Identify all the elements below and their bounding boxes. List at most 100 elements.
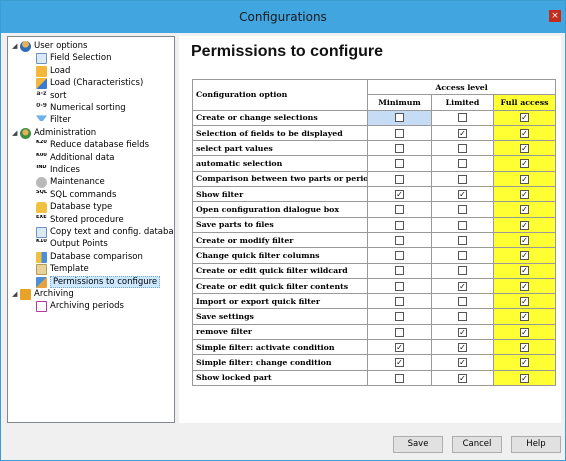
checkbox-limited[interactable] <box>458 251 467 261</box>
close-button[interactable]: × <box>549 10 561 22</box>
checkbox-minimum[interactable] <box>395 128 404 138</box>
tree-item-output-points[interactable]: K1000 K2100Output Points <box>28 238 108 251</box>
checkbox-full-access[interactable]: ✓ <box>520 327 530 337</box>
cell-limited: ✓ <box>431 124 494 142</box>
checkbox-minimum[interactable] <box>395 373 404 383</box>
checkbox-minimum[interactable] <box>395 159 404 169</box>
tree-item-reduce-database-fields[interactable]: K2011 K2111Reduce database fields <box>28 139 149 152</box>
option-label: Simple filter: activate condition <box>192 339 368 356</box>
checkbox-minimum[interactable] <box>395 220 404 230</box>
cell-minimum <box>367 109 432 126</box>
expand-arrow-icon[interactable]: ◢ <box>12 127 20 140</box>
checkbox-limited[interactable]: ✓ <box>458 358 467 368</box>
checkbox-minimum[interactable]: ✓ <box>395 342 404 352</box>
checkbox-minimum[interactable] <box>395 266 404 276</box>
tree-item-sql-commands[interactable]: SQL SQL commands <box>28 189 116 202</box>
checkbox-full-access[interactable]: ✓ <box>520 312 530 322</box>
tree-item-label: Stored procedure <box>50 214 124 225</box>
option-label: Create or modify filter <box>192 231 368 249</box>
tree-item-sort[interactable]: a-z sort <box>28 90 66 103</box>
title-bar[interactable]: Configurations × <box>1 1 565 33</box>
tree-item-copy-text-and-config-database[interactable]: Copy text and config. database <box>28 226 174 239</box>
tree-item-numerical-sorting[interactable]: 0-9 Numerical sorting <box>28 102 126 115</box>
tree-item-user-options[interactable]: ◢ User options <box>12 40 87 53</box>
checkbox-full-access[interactable]: ✓ <box>520 358 530 368</box>
checkbox-limited[interactable] <box>458 312 467 322</box>
checkbox-full-access[interactable]: ✓ <box>520 373 530 383</box>
tree-item-archiving-periods[interactable]: Archiving periods <box>28 300 124 313</box>
checkbox-limited[interactable] <box>458 235 467 245</box>
tree-item-administration[interactable]: ◢ Administration <box>12 127 96 140</box>
tree-item-label: Output Points <box>50 239 108 250</box>
load-characteristics-icon <box>36 78 47 90</box>
checkbox-minimum[interactable] <box>395 235 404 245</box>
cell-full-access: ✓ <box>492 354 557 371</box>
checkbox-minimum[interactable] <box>395 113 404 123</box>
checkbox-full-access[interactable]: ✓ <box>520 297 530 307</box>
tree-item-maintenance[interactable]: Maintenance <box>28 176 105 189</box>
tree-item-filter[interactable]: Filter <box>28 114 71 127</box>
checkbox-full-access[interactable]: ✓ <box>520 251 530 261</box>
checkbox-limited[interactable] <box>458 174 467 184</box>
checkbox-full-access[interactable]: ✓ <box>520 281 530 291</box>
checkbox-limited[interactable]: ✓ <box>458 128 467 138</box>
tree-item-label: SQL commands <box>50 189 117 200</box>
checkbox-limited[interactable] <box>458 113 467 123</box>
checkbox-full-access[interactable]: ✓ <box>520 159 530 169</box>
checkbox-minimum[interactable] <box>395 251 404 261</box>
checkbox-minimum[interactable]: ✓ <box>395 358 404 368</box>
checkbox-full-access[interactable]: ✓ <box>520 113 530 123</box>
checkbox-limited[interactable]: ✓ <box>458 373 467 383</box>
checkbox-minimum[interactable] <box>395 312 404 322</box>
table-row: Show locked part ✓ ✓ <box>192 369 557 386</box>
checkbox-limited[interactable] <box>458 297 467 307</box>
navigation-tree[interactable]: ◢ User options Field Selection Load Load (Ch… <box>7 36 175 423</box>
checkbox-full-access[interactable]: ✓ <box>520 205 530 215</box>
tree-item-field-selection[interactable]: Field Selection <box>28 52 112 65</box>
checkbox-minimum[interactable] <box>395 281 404 291</box>
checkbox-limited[interactable]: ✓ <box>458 327 467 337</box>
tree-item-permissions-to-configure[interactable]: Permissions to configure <box>28 275 161 289</box>
checkbox-limited[interactable]: ✓ <box>458 189 467 199</box>
expand-arrow-icon[interactable]: ◢ <box>12 40 20 53</box>
tree-item-additional-data[interactable]: K0009 K0011Additional data <box>28 152 115 165</box>
save-button[interactable]: Save <box>393 436 443 453</box>
checkbox-limited[interactable]: ✓ <box>458 342 467 352</box>
tree-item-load[interactable]: Load <box>28 65 70 78</box>
tree-item-load-characteristics[interactable]: Load (Characteristics) <box>28 77 143 90</box>
table-row: Change quick filter columns ✓ <box>192 247 557 264</box>
checkbox-minimum[interactable] <box>395 174 404 184</box>
cell-full-access: ✓ <box>492 231 557 249</box>
checkbox-minimum[interactable] <box>395 205 404 215</box>
checkbox-minimum[interactable] <box>395 327 404 337</box>
expand-arrow-icon[interactable]: ◢ <box>12 288 20 301</box>
cancel-button[interactable]: Cancel <box>452 436 502 453</box>
checkbox-limited[interactable] <box>458 144 467 154</box>
cell-minimum <box>367 369 432 386</box>
tree-item-database-type[interactable]: Database type <box>28 201 112 214</box>
checkbox-limited[interactable] <box>458 205 467 215</box>
tree-item-database-comparison[interactable]: Database comparison <box>28 251 143 264</box>
tree-item-indices[interactable]: IND Indices <box>28 164 80 177</box>
tree-item-template[interactable]: Template <box>28 263 89 276</box>
checkbox-full-access[interactable]: ✓ <box>520 144 530 154</box>
checkbox-full-access[interactable]: ✓ <box>520 342 530 352</box>
checkbox-minimum[interactable] <box>395 297 404 307</box>
permissions-icon <box>36 276 47 288</box>
checkbox-limited[interactable]: ✓ <box>458 281 467 291</box>
checkbox-full-access[interactable]: ✓ <box>520 220 530 230</box>
checkbox-full-access[interactable]: ✓ <box>520 174 530 184</box>
checkbox-full-access[interactable]: ✓ <box>520 235 530 245</box>
tree-item-stored-procedure[interactable]: EXEC PROCStored procedure <box>28 214 124 227</box>
help-button[interactable]: Help <box>511 436 561 453</box>
checkbox-limited[interactable] <box>458 159 467 169</box>
checkbox-limited[interactable] <box>458 220 467 230</box>
checkbox-minimum[interactable]: ✓ <box>395 189 404 199</box>
checkbox-limited[interactable] <box>458 266 467 276</box>
checkbox-full-access[interactable]: ✓ <box>520 128 530 138</box>
checkbox-full-access[interactable]: ✓ <box>520 266 530 276</box>
checkbox-minimum[interactable] <box>395 144 404 154</box>
checkbox-full-access[interactable]: ✓ <box>520 189 530 199</box>
tree-item-archiving[interactable]: ◢ Archiving <box>12 288 74 301</box>
cell-minimum: ✓ <box>367 186 432 203</box>
